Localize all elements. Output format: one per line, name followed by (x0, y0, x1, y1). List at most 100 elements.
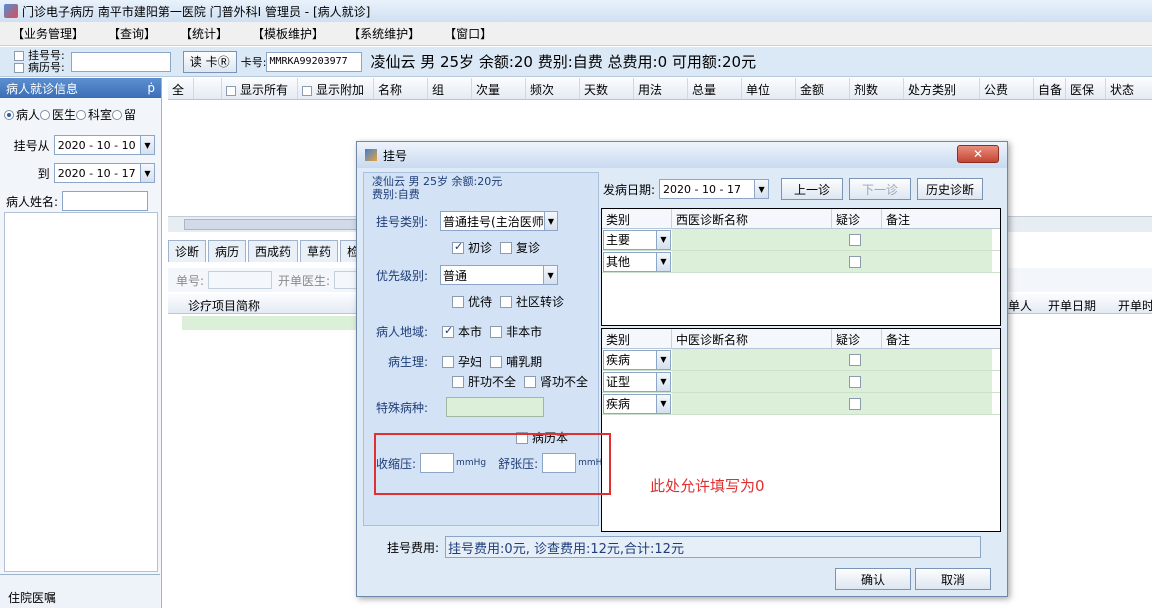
tcm-suspect-checkbox[interactable] (849, 397, 861, 410)
onset-date-picker[interactable]: 2020 - 10 - 17 ▼ (659, 179, 770, 199)
non-local-checkbox[interactable] (490, 325, 503, 338)
preferential-checkbox[interactable] (452, 295, 464, 308)
kidney-checkbox[interactable] (524, 375, 537, 388)
tcm-note-cell[interactable] (882, 393, 992, 414)
west-suspect-checkbox[interactable] (849, 233, 861, 246)
chevron-down-icon[interactable]: ▼ (656, 394, 670, 413)
inpatient-orders-tab[interactable]: 住院医嘱 (0, 574, 160, 608)
liver-checkbox[interactable] (452, 375, 464, 388)
revisit-option[interactable]: 复诊 (500, 239, 540, 256)
scrollbar-thumb[interactable] (184, 219, 364, 230)
radio-department[interactable] (76, 109, 87, 120)
first-visit-option[interactable]: 初诊 (452, 239, 492, 256)
west-diagnosis-name-cell[interactable] (672, 229, 832, 250)
special-disease-input[interactable] (446, 397, 545, 417)
read-card-button[interactable]: 读 卡Ⓡ (182, 50, 237, 73)
chevron-down-icon[interactable]: ▼ (543, 266, 558, 284)
liver-option[interactable]: 肝功不全 (452, 373, 516, 390)
first-visit-checkbox[interactable] (452, 240, 464, 254)
date-from-picker[interactable]: 2020 - 10 - 10 ▼ (53, 135, 155, 155)
menu-business[interactable]: 【业务管理】 (0, 25, 96, 42)
local-option[interactable]: 本市 (442, 323, 482, 340)
pin-icon[interactable]: ṗ (147, 81, 155, 95)
west-category-select[interactable]: 主要 ▼ (603, 229, 671, 250)
close-icon[interactable]: ✕ (957, 145, 999, 163)
menu-template[interactable]: 【模板维护】 (240, 25, 336, 42)
tcm-row-disease-2[interactable]: 疾病 ▼ (602, 393, 1000, 415)
reg-type-select[interactable]: 普通挂号(主治医师 ▼ (440, 211, 559, 231)
col-select-all[interactable]: 全 (168, 78, 194, 99)
menu-statistics[interactable]: 【统计】 (168, 25, 240, 42)
tab-diagnosis[interactable]: 诊断 (168, 240, 207, 262)
card-number-input[interactable]: MMRKA99203977 (266, 51, 363, 72)
order-row[interactable] (182, 316, 362, 330)
reg-no-checkbox[interactable] (14, 50, 24, 61)
show-extra-checkbox[interactable] (302, 85, 312, 96)
order-no-input[interactable] (208, 271, 273, 289)
preferential-option[interactable]: 优待 (452, 293, 492, 310)
radio-doctor[interactable] (40, 109, 51, 120)
west-suspect-checkbox[interactable] (849, 255, 861, 268)
date-to-picker[interactable]: 2020 - 10 - 17 ▼ (53, 163, 155, 183)
tcm-suspect-checkbox[interactable] (849, 353, 861, 366)
community-transfer-option[interactable]: 社区转诊 (500, 293, 564, 310)
west-diagnosis-name-cell[interactable] (672, 251, 832, 272)
west-note-cell[interactable] (882, 229, 992, 250)
tcm-note-cell[interactable] (882, 349, 992, 370)
lactation-checkbox[interactable] (490, 355, 503, 368)
menu-bar: 【业务管理】 【查询】 【统计】 【模板维护】 【系统维护】 【窗口】 (0, 22, 1152, 46)
revisit-checkbox[interactable] (500, 241, 513, 254)
chevron-down-icon[interactable]: ▼ (656, 252, 670, 271)
tcm-diagnosis-name-cell[interactable] (672, 393, 832, 414)
tcm-diagnosis-name-cell[interactable] (672, 371, 832, 392)
priority-select[interactable]: 普通 ▼ (440, 265, 559, 285)
next-visit-button[interactable]: 下一诊 (849, 178, 912, 200)
chevron-down-icon[interactable]: ▼ (656, 372, 670, 391)
tcm-row-syndrome[interactable]: 证型 ▼ (602, 371, 1000, 393)
west-category-select[interactable]: 其他 ▼ (603, 251, 671, 272)
show-extra-option[interactable]: 显示附加 (298, 78, 374, 99)
tcm-suspect-checkbox[interactable] (849, 375, 861, 388)
prev-visit-button[interactable]: 上一诊 (781, 178, 844, 200)
confirm-button[interactable]: 确认 (835, 568, 911, 590)
patient-list[interactable] (4, 212, 158, 572)
lactation-option[interactable]: 哺乳期 (490, 353, 542, 370)
western-row-other[interactable]: 其他 ▼ (602, 251, 1000, 273)
menu-system[interactable]: 【系统维护】 (336, 25, 432, 42)
reg-number-input[interactable] (70, 51, 171, 72)
tcm-category-select[interactable]: 证型 ▼ (603, 371, 671, 392)
record-no-option[interactable]: 病历号: (14, 61, 65, 74)
patient-name-input[interactable] (62, 191, 149, 211)
tab-record[interactable]: 病历 (208, 240, 247, 262)
tcm-category-select[interactable]: 疾病 ▼ (603, 393, 671, 414)
kidney-option[interactable]: 肾功不全 (524, 373, 588, 390)
pregnant-checkbox[interactable] (442, 355, 455, 368)
chevron-down-icon[interactable]: ▼ (140, 136, 154, 154)
cancel-button[interactable]: 取消 (915, 568, 991, 590)
tcm-note-cell[interactable] (882, 371, 992, 392)
chevron-down-icon[interactable]: ▼ (656, 350, 670, 369)
tab-western-medicine[interactable]: 西成药 (248, 240, 299, 262)
chevron-down-icon[interactable]: ▼ (754, 180, 769, 198)
show-all-option[interactable]: 显示所有 (222, 78, 298, 99)
radio-stay[interactable] (112, 109, 123, 120)
show-all-checkbox[interactable] (226, 85, 236, 96)
non-local-option[interactable]: 非本市 (490, 323, 542, 340)
tcm-category-select[interactable]: 疾病 ▼ (603, 349, 671, 370)
pregnant-option[interactable]: 孕妇 (442, 353, 482, 370)
local-checkbox[interactable] (442, 324, 455, 338)
tcm-diagnosis-name-cell[interactable] (672, 349, 832, 370)
menu-window[interactable]: 【窗口】 (432, 25, 504, 42)
community-transfer-checkbox[interactable] (500, 295, 513, 308)
record-no-checkbox[interactable] (14, 62, 24, 73)
menu-query[interactable]: 【查询】 (96, 25, 168, 42)
west-note-cell[interactable] (882, 251, 992, 272)
western-row-main[interactable]: 主要 ▼ (602, 229, 1000, 251)
history-diagnosis-button[interactable]: 历史诊断 (917, 178, 984, 200)
chevron-down-icon[interactable]: ▼ (140, 164, 154, 182)
chevron-down-icon[interactable]: ▼ (543, 212, 558, 230)
tcm-row-disease[interactable]: 疾病 ▼ (602, 349, 1000, 371)
tab-herbal[interactable]: 草药 (300, 240, 339, 262)
chevron-down-icon[interactable]: ▼ (656, 230, 670, 249)
radio-patient[interactable] (4, 109, 14, 120)
